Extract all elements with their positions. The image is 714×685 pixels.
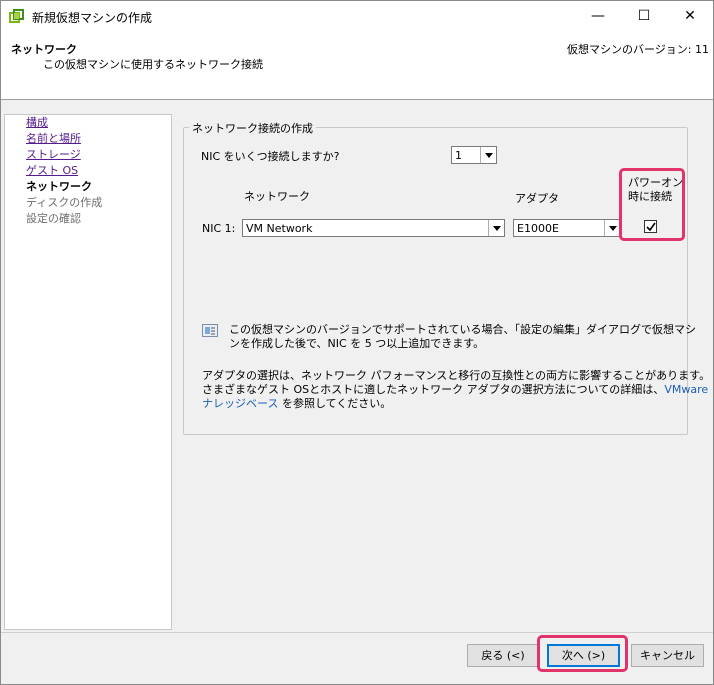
nic1-network-value: VM Network — [246, 222, 313, 235]
info-text-line1: この仮想マシンのバージョンでサポートされている場合、「設定の編集」ダイアログで仮… — [229, 323, 696, 336]
wizard-step-list: 構成 名前と場所 ストレージ ゲスト OS ネットワーク ディスクの作成 設定の… — [4, 114, 172, 630]
step-name-location[interactable]: 名前と場所 — [26, 132, 81, 146]
nic-count-question: NIC をいくつ接続しますか? — [201, 150, 340, 163]
step-guest-os[interactable]: ゲスト OS — [26, 164, 78, 178]
knowledge-base-link[interactable]: ナレッジベース — [202, 397, 278, 410]
adapter-note-line2-text: さまざまなゲスト OSとホストに適したネットワーク アダプタの選択方法についての… — [202, 383, 665, 396]
nic1-label: NIC 1: — [202, 222, 236, 235]
window-title: 新規仮想マシンの作成 — [32, 11, 153, 25]
dropdown-arrow-icon[interactable] — [488, 220, 504, 236]
vm-version-label: 仮想マシンのバージョン: 11 — [567, 43, 709, 56]
nic-count-select[interactable]: 1 — [451, 146, 497, 164]
adapter-note-line3-text: を参照してください。 — [281, 397, 392, 410]
next-highlight — [537, 635, 628, 672]
page-subtitle: この仮想マシンに使用するネットワーク接続 — [43, 58, 263, 71]
step-create-disk: ディスクの作成 — [26, 196, 103, 209]
adapter-note-line1: アダプタの選択は、ネットワーク パフォーマンスと移行の互換性との両方に影響するこ… — [202, 369, 711, 382]
app-icon — [9, 9, 24, 23]
wizard-window: 新規仮想マシンの作成 — ☐ ✕ ネットワーク この仮想マシンに使用するネットワ… — [0, 0, 714, 685]
close-icon[interactable]: ✕ — [667, 1, 713, 31]
power-on-highlight — [619, 168, 685, 241]
info-icon — [202, 324, 218, 337]
footer-divider — [1, 632, 713, 633]
nic1-network-select[interactable]: VM Network — [242, 219, 505, 237]
step-configuration[interactable]: 構成 — [26, 116, 48, 130]
step-review: 設定の確認 — [26, 212, 81, 225]
title-bar: 新規仮想マシンの作成 — ☐ ✕ — [1, 1, 713, 32]
dropdown-arrow-icon[interactable] — [480, 147, 496, 163]
cancel-button[interactable]: キャンセル — [631, 644, 704, 667]
back-button[interactable]: 戻る (<) — [467, 644, 539, 667]
maximize-icon[interactable]: ☐ — [621, 1, 667, 31]
step-storage[interactable]: ストレージ — [26, 148, 81, 162]
adapter-note-line2: さまざまなゲスト OSとホストに適したネットワーク アダプタの選択方法についての… — [202, 383, 708, 397]
minimize-icon[interactable]: — — [575, 1, 621, 31]
step-network: ネットワーク — [26, 180, 92, 193]
info-text-line2: ンを作成した後で、NIC を 5 つ以上追加できます。 — [229, 337, 485, 350]
vmware-link[interactable]: VMware — [664, 383, 708, 396]
page-title: ネットワーク — [11, 43, 77, 56]
group-legend: ネットワーク接続の作成 — [189, 120, 316, 136]
adapter-note-line3: ナレッジベース を参照してください。 — [202, 397, 391, 411]
wizard-header: ネットワーク この仮想マシンに使用するネットワーク接続 仮想マシンのバージョン:… — [1, 32, 713, 100]
dropdown-arrow-icon[interactable] — [604, 220, 620, 236]
adapter-column-header: アダプタ — [515, 192, 559, 205]
nic1-adapter-value: E1000E — [517, 222, 559, 235]
network-column-header: ネットワーク — [244, 190, 310, 203]
nic1-adapter-select[interactable]: E1000E — [513, 219, 621, 237]
nic-count-value: 1 — [455, 149, 462, 162]
